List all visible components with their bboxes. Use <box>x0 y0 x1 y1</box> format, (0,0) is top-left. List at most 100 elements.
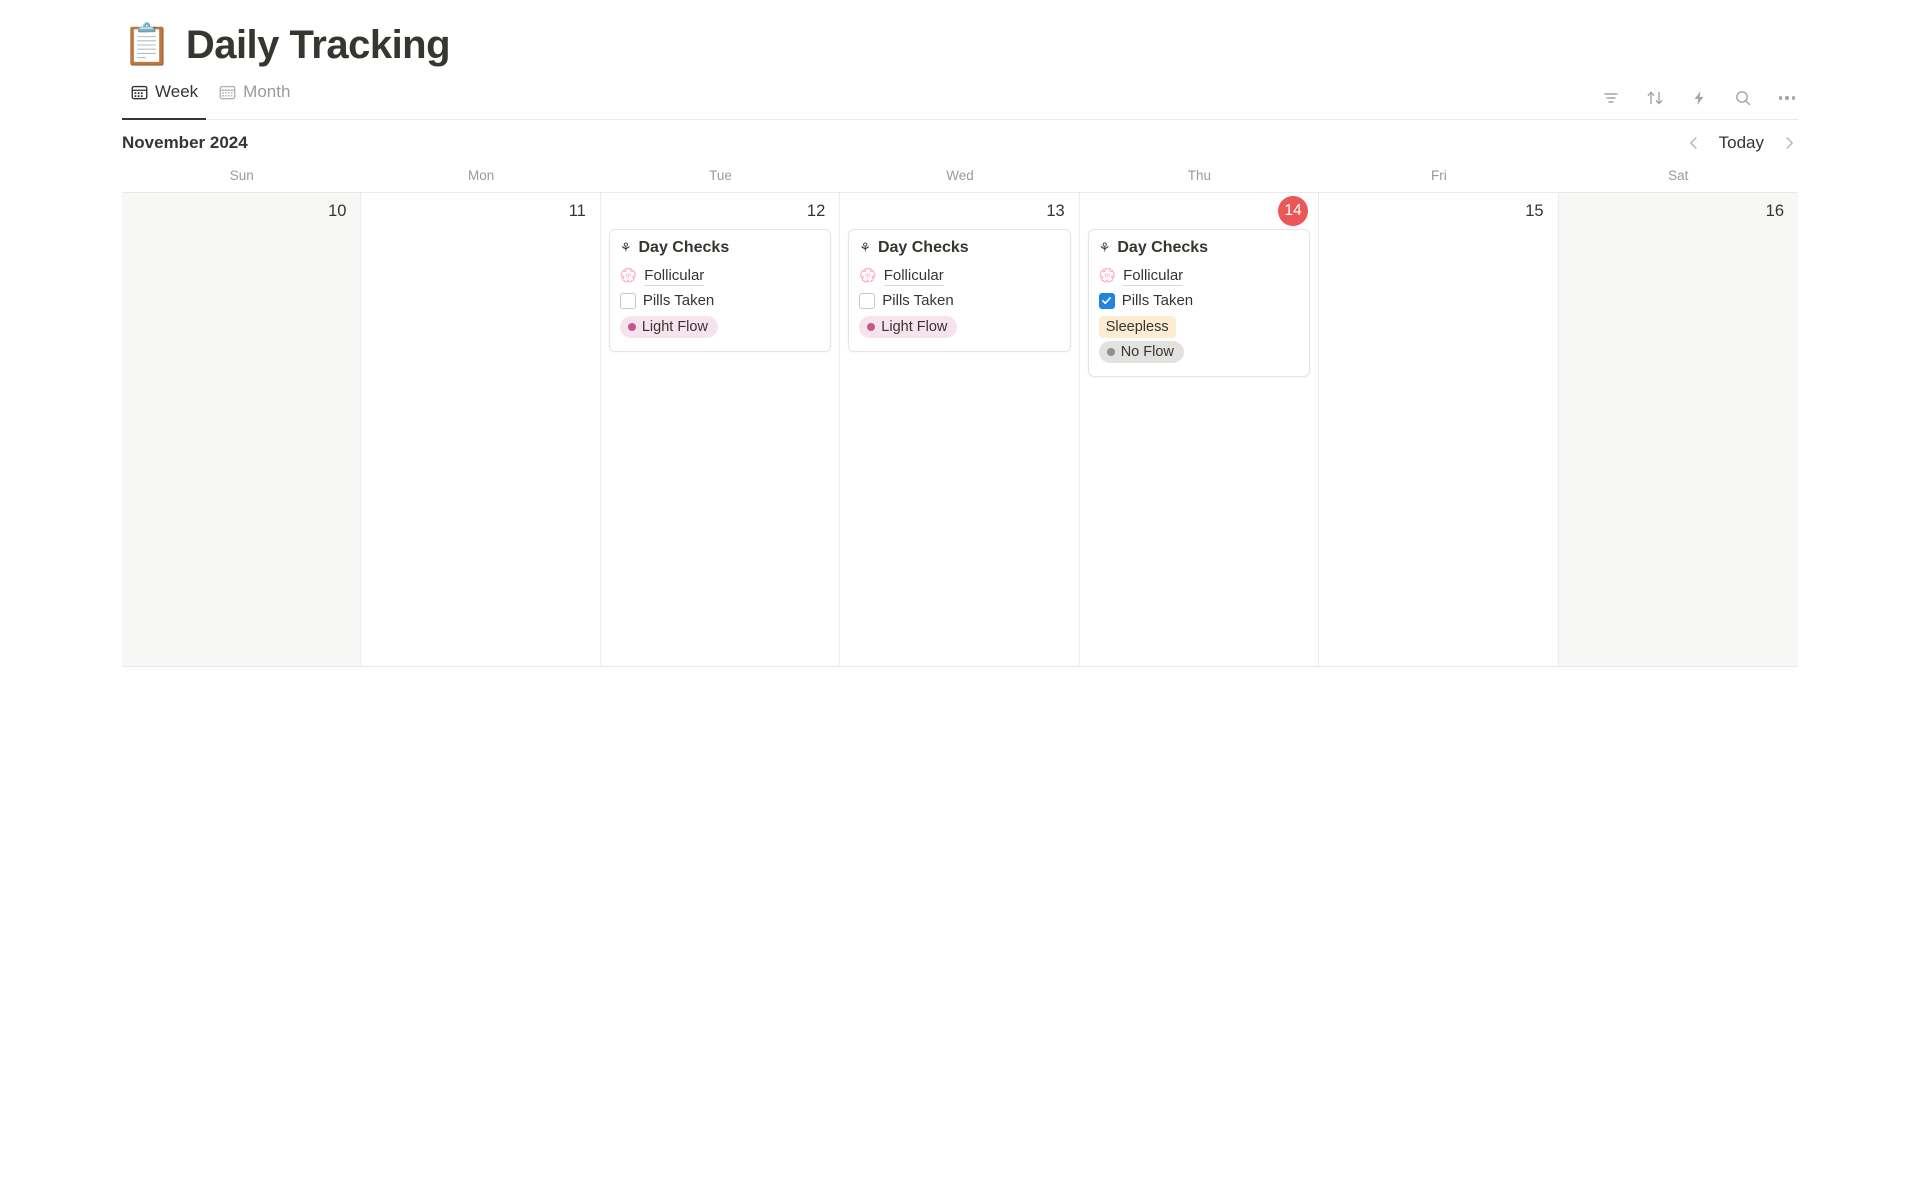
status-badge[interactable]: Light Flow <box>859 316 958 338</box>
more-options-icon[interactable] <box>1776 87 1798 109</box>
relation-property-row[interactable]: 💮 Follicular <box>1099 263 1299 288</box>
tab-week-label: Week <box>155 82 199 101</box>
relation-property-row[interactable]: 💮 Follicular <box>859 263 1059 288</box>
calendar-week-icon <box>130 83 148 101</box>
weekday-fri: Fri <box>1430 168 1447 183</box>
day-events: ⚘ Day Checks 💮 Follicular Pills Taken Sleeple… <box>1080 229 1318 377</box>
day-number-row: 12 <box>601 193 839 229</box>
relation-value[interactable]: Follicular <box>1123 266 1184 286</box>
relation-property-row[interactable]: 💮 Follicular <box>620 263 820 288</box>
flower-icon: ⚘ <box>859 240 871 256</box>
status-badge-label: Light Flow <box>641 319 708 335</box>
weekday-mon: Mon <box>468 168 495 183</box>
event-card-title: ⚘ Day Checks <box>620 239 820 257</box>
prev-week-chevron-icon[interactable] <box>1685 132 1703 154</box>
checkbox-unchecked[interactable] <box>859 292 876 309</box>
lightning-bolt-icon[interactable] <box>1688 87 1710 109</box>
day-number-row: 16 <box>1559 193 1798 229</box>
event-card-title: ⚘ Day Checks <box>859 239 1059 257</box>
weekday-sat: Sat <box>1668 168 1689 183</box>
day-number[interactable]: 11 <box>569 203 586 220</box>
weekday-header-row: Sun Mon Tue Wed Thu Fri Sat <box>122 166 1798 192</box>
checkbox-checked[interactable] <box>1098 292 1115 309</box>
month-label: November 2024 <box>122 133 248 152</box>
flower-icon: ⚘ <box>1098 240 1111 256</box>
page-header: 📋 Daily Tracking <box>0 0 1920 76</box>
checkbox-label: Pills Taken <box>882 292 954 309</box>
clipboard-icon: 📋 <box>122 22 172 68</box>
blossom-icon: 💮 <box>859 267 877 284</box>
day-column-11[interactable]: 11 <box>361 193 601 666</box>
day-number-row: 10 <box>122 193 360 229</box>
view-tabs: Week Month <box>122 75 298 120</box>
weekday-wed: Wed <box>946 168 974 183</box>
today-button[interactable]: Today <box>1719 133 1764 153</box>
day-number[interactable]: 13 <box>1046 203 1064 220</box>
event-card-title: ⚘ Day Checks <box>1099 239 1299 257</box>
day-number-row: 14 <box>1080 193 1318 229</box>
status-badge-label: Sleepless <box>1105 319 1169 335</box>
event-title-label: Day Checks <box>1117 239 1209 256</box>
weekday-thu: Thu <box>1187 168 1212 183</box>
status-badge-label: Light Flow <box>881 319 948 335</box>
weekday-sun: Sun <box>229 168 254 183</box>
day-column-14[interactable]: 14 ⚘ Day Checks 💮 Follicular Pills Taken Sleep… <box>1080 193 1320 666</box>
tab-month[interactable]: Month <box>210 75 298 119</box>
event-card[interactable]: ⚘ Day Checks 💮 Follicular Pills Taken Light F… <box>848 229 1071 352</box>
checkbox-unchecked[interactable] <box>619 292 636 309</box>
sort-icon[interactable] <box>1644 87 1666 109</box>
view-toolbar <box>1600 87 1798 119</box>
status-badge-label: No Flow <box>1120 344 1174 360</box>
relation-value[interactable]: Follicular <box>883 266 944 286</box>
tag-property-row[interactable]: Sleepless <box>1098 316 1299 338</box>
day-column-16[interactable]: 16 <box>1558 193 1798 666</box>
day-column-12[interactable]: 12 ⚘ Day Checks 💮 Follicular Pills Taken Light… <box>601 193 841 666</box>
day-column-10[interactable]: 10 <box>122 193 362 666</box>
status-badge[interactable]: Light Flow <box>619 316 718 338</box>
day-number[interactable]: 10 <box>328 203 346 220</box>
filter-icon[interactable] <box>1600 87 1622 109</box>
status-dot-icon <box>1106 348 1115 356</box>
status-badge[interactable]: No Flow <box>1098 341 1184 363</box>
page-title: Daily Tracking <box>185 22 451 67</box>
day-column-15[interactable]: 15 <box>1319 193 1559 666</box>
checkbox-label: Pills Taken <box>642 292 715 309</box>
day-number-row: 11 <box>361 193 599 229</box>
tab-week[interactable]: Week <box>122 75 207 120</box>
blossom-icon: 💮 <box>1098 267 1117 284</box>
day-column-13[interactable]: 13 ⚘ Day Checks 💮 Follicular Pills Taken Light… <box>840 193 1080 666</box>
event-title-label: Day Checks <box>877 239 969 256</box>
checkbox-label: Pills Taken <box>1121 292 1194 309</box>
checkbox-property-row[interactable]: Pills Taken <box>619 288 820 313</box>
calendar-header: November 2024 Today <box>122 120 1798 166</box>
day-number[interactable]: 16 <box>1766 203 1784 220</box>
day-number[interactable]: 12 <box>807 203 825 220</box>
event-title-label: Day Checks <box>638 239 730 256</box>
tag-property-row[interactable]: No Flow <box>1098 341 1299 363</box>
notion-calendar-page: 📋 Daily Tracking Week Month November 202… <box>0 0 1920 1199</box>
status-dot-icon <box>867 323 876 331</box>
event-card[interactable]: ⚘ Day Checks 💮 Follicular Pills Taken Light F… <box>608 229 832 352</box>
status-dot-icon <box>627 323 636 331</box>
tag-property-row[interactable]: Light Flow <box>859 316 1059 338</box>
day-events: ⚘ Day Checks 💮 Follicular Pills Taken Light F… <box>601 229 839 352</box>
day-number-row: 15 <box>1319 193 1557 229</box>
search-icon[interactable] <box>1732 87 1754 109</box>
status-badge[interactable]: Sleepless <box>1098 316 1176 338</box>
tag-property-row[interactable]: Light Flow <box>619 316 820 338</box>
next-week-chevron-icon[interactable] <box>1780 132 1798 154</box>
view-bar: Week Month <box>122 76 1798 120</box>
day-number-today[interactable]: 14 <box>1278 196 1309 226</box>
event-card[interactable]: ⚘ Day Checks 💮 Follicular Pills Taken Sleeple… <box>1087 229 1311 377</box>
weekday-tue: Tue <box>709 168 732 183</box>
day-number-row: 13 <box>840 193 1078 229</box>
calendar-nav: Today <box>1685 132 1798 154</box>
calendar-grid: 10 11 12 ⚘ Day Checks 💮 Follicular Pills Taken L… <box>122 192 1798 667</box>
blossom-icon: 💮 <box>619 267 638 284</box>
checkbox-property-row[interactable]: Pills Taken <box>859 288 1059 313</box>
day-number[interactable]: 15 <box>1525 203 1543 220</box>
relation-value[interactable]: Follicular <box>644 266 705 286</box>
checkbox-property-row[interactable]: Pills Taken <box>1098 288 1299 313</box>
flower-icon: ⚘ <box>619 240 632 256</box>
tab-month-label: Month <box>243 82 291 101</box>
